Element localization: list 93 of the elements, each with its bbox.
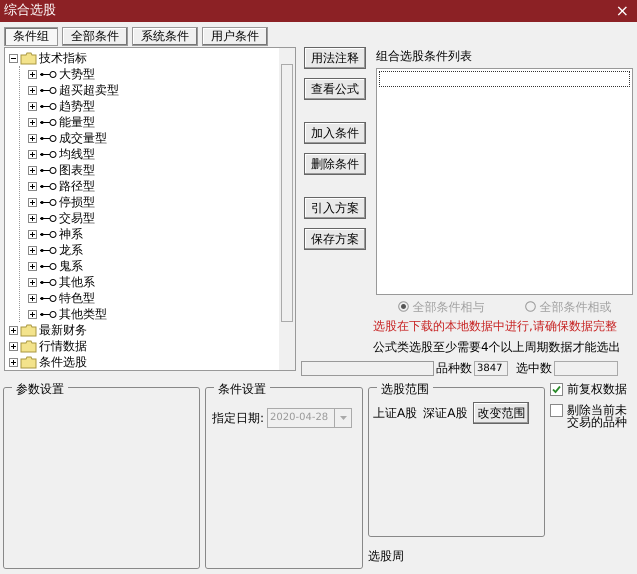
group-title: 参数设置 — [12, 380, 68, 398]
expand-icon[interactable] — [28, 310, 37, 318]
market-label: 深证A股 — [423, 405, 468, 422]
expand-icon[interactable] — [28, 86, 37, 94]
key-icon — [39, 166, 57, 174]
key-icon — [39, 230, 57, 238]
checkbox-label[interactable]: 前复权数据 — [567, 383, 627, 395]
key-icon — [39, 118, 57, 126]
expand-icon[interactable] — [28, 294, 37, 302]
count-field: 3847 — [474, 360, 508, 376]
note-text: 选股在下载的本地数据中进行,请确保数据完整 — [373, 318, 618, 335]
key-icon — [39, 278, 57, 286]
key-icon — [39, 150, 57, 158]
selected-field — [554, 360, 618, 376]
expand-icon[interactable] — [28, 118, 37, 126]
tree-item[interactable]: 其他类型 — [59, 305, 107, 323]
expand-icon[interactable] — [28, 198, 37, 206]
action-button[interactable]: 删除条件 — [304, 153, 366, 175]
tree-item[interactable]: 能量型 — [59, 113, 95, 131]
folder-icon — [20, 324, 37, 336]
expand-icon[interactable] — [28, 70, 37, 78]
tree-item[interactable]: 龙系 — [59, 241, 83, 259]
change-range-button[interactable]: 改变范围 — [473, 402, 530, 424]
tree-item[interactable]: 停损型 — [59, 193, 95, 211]
scrollbar[interactable] — [279, 48, 295, 370]
tree-item[interactable]: 最新财务 — [39, 321, 87, 339]
key-icon — [39, 70, 57, 78]
expand-icon[interactable] — [28, 214, 37, 222]
market-label: 上证A股 — [373, 405, 418, 422]
tree-item[interactable]: 超买超卖型 — [59, 81, 119, 99]
expand-icon[interactable] — [28, 134, 37, 142]
window-title: 综合选股 — [4, 2, 56, 20]
count-label: 品种数 — [436, 360, 472, 377]
tree-item[interactable]: 特色型 — [59, 289, 95, 307]
list-title: 组合选股条件列表 — [376, 48, 473, 65]
expand-icon[interactable] — [28, 230, 37, 238]
tree-item[interactable]: 图表型 — [59, 161, 95, 179]
tab[interactable]: 用户条件 — [202, 27, 268, 46]
expand-icon[interactable] — [28, 102, 37, 110]
expand-icon[interactable] — [9, 342, 18, 350]
action-button[interactable]: 用法注释 — [304, 47, 366, 69]
folder-icon — [20, 52, 37, 64]
expand-icon[interactable] — [28, 262, 37, 270]
tree-item[interactable]: 趋势型 — [59, 97, 95, 115]
checkbox[interactable] — [550, 383, 563, 396]
close-button[interactable]: × — [616, 3, 629, 19]
tree-item[interactable]: 成交量型 — [59, 129, 107, 147]
folder-icon — [20, 356, 37, 368]
key-icon — [39, 134, 57, 142]
tab[interactable]: 全部条件 — [62, 27, 128, 46]
tree-item[interactable]: 条件选股 — [39, 353, 87, 371]
tab[interactable]: 系统条件 — [132, 27, 198, 46]
folder-icon — [20, 340, 37, 352]
tab[interactable]: 条件组 — [4, 27, 58, 46]
key-icon — [39, 198, 57, 206]
tree-item[interactable]: 技术指标 — [39, 49, 87, 67]
caret-icon — [340, 416, 347, 420]
note-text: 公式类选股至少需要4个以上周期数据才能选出 — [373, 338, 622, 356]
period-label: 选股周 — [368, 548, 405, 565]
key-icon — [39, 214, 57, 222]
key-icon — [39, 294, 57, 302]
expand-icon[interactable] — [28, 150, 37, 158]
key-icon — [39, 102, 57, 110]
expand-icon[interactable] — [28, 246, 37, 254]
expand-icon[interactable] — [9, 326, 18, 334]
selected-label: 选中数 — [516, 360, 552, 377]
date-label: 指定日期: — [212, 410, 264, 427]
key-icon — [39, 310, 57, 318]
tree-item[interactable]: 交易型 — [59, 209, 95, 227]
action-button[interactable]: 保存方案 — [304, 228, 366, 250]
tree-item[interactable]: 行情数据 — [39, 337, 87, 355]
checkbox-label[interactable]: 剔除当前未交易的品种 — [567, 404, 630, 428]
expand-icon[interactable] — [28, 182, 37, 190]
key-icon — [39, 262, 57, 270]
group-title: 条件设置 — [214, 380, 270, 398]
expand-icon[interactable] — [28, 166, 37, 174]
tree-item[interactable]: 路径型 — [59, 177, 95, 195]
tree-item[interactable]: 大势型 — [59, 65, 95, 83]
action-button[interactable]: 查看公式 — [304, 78, 366, 100]
checkbox[interactable] — [550, 404, 563, 417]
expand-icon[interactable] — [28, 278, 37, 286]
key-icon — [39, 246, 57, 254]
tree-item[interactable]: 其他系 — [59, 273, 95, 291]
key-icon — [39, 86, 57, 94]
tree-item[interactable]: 神系 — [59, 225, 83, 243]
expand-icon[interactable] — [9, 358, 18, 366]
action-button[interactable]: 引入方案 — [304, 197, 366, 219]
collapse-icon[interactable] — [9, 54, 18, 62]
action-button[interactable]: 加入条件 — [304, 122, 366, 144]
group-title: 选股范围 — [377, 380, 433, 398]
key-icon — [39, 182, 57, 190]
tree-item[interactable]: 鬼系 — [59, 257, 83, 275]
tree-item[interactable]: 均线型 — [59, 145, 95, 163]
